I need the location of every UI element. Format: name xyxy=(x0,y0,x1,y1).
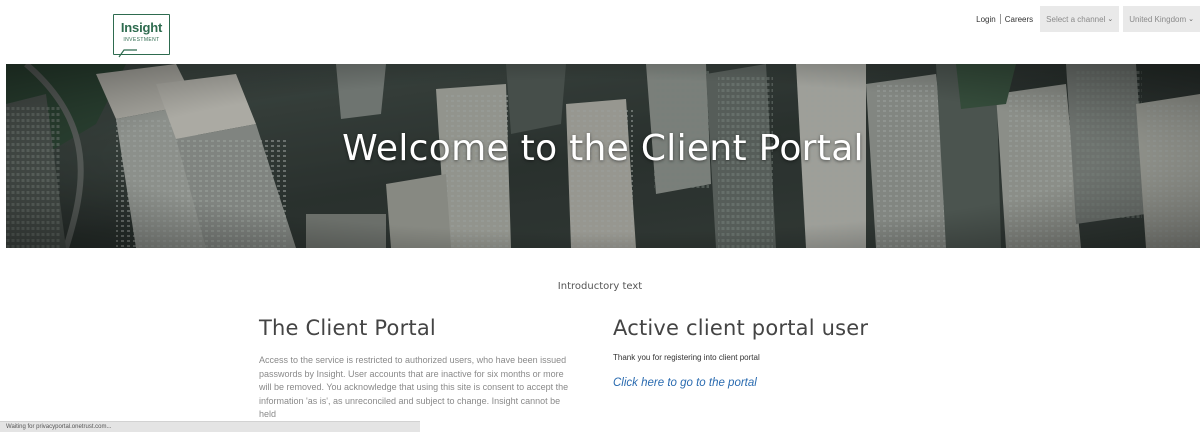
client-portal-description: Access to the service is restricted to a… xyxy=(259,355,569,419)
hero-banner: Welcome to the Client Portal xyxy=(6,64,1200,248)
logo-swoosh-icon xyxy=(118,49,137,58)
insight-logo[interactable]: Insight INVESTMENT xyxy=(113,14,170,58)
top-nav: Login Careers Select a channel ⌄ United … xyxy=(973,6,1200,32)
region-select[interactable]: United Kingdom ⌄ xyxy=(1123,6,1200,32)
client-portal-section: The Client Portal Access to the service … xyxy=(259,316,577,422)
active-user-section: Active client portal user Thank you for … xyxy=(613,316,993,390)
channel-select[interactable]: Select a channel ⌄ xyxy=(1040,6,1120,32)
hero-title: Welcome to the Client Portal xyxy=(342,128,864,169)
region-select-label: United Kingdom xyxy=(1129,14,1187,24)
logo-sub-text: INVESTMENT xyxy=(123,37,160,43)
introductory-text: Introductory text xyxy=(557,281,643,292)
active-user-heading: Active client portal user xyxy=(613,316,869,340)
go-to-portal-link[interactable]: Click here to go to the portal xyxy=(613,377,757,389)
logo-main-text: Insight xyxy=(120,20,163,35)
channel-select-label: Select a channel xyxy=(1046,14,1106,24)
registration-thanks-text: Thank you for registering into client po… xyxy=(613,353,760,362)
site-header: Insight INVESTMENT Login Careers Select … xyxy=(0,0,1200,64)
nav-separator xyxy=(999,14,1001,24)
careers-link[interactable]: Careers xyxy=(1002,15,1036,24)
browser-status-bar: Waiting for privacyportal.onetrust.com..… xyxy=(0,421,420,432)
chevron-down-icon: ⌄ xyxy=(1107,16,1114,23)
chevron-down-icon: ⌄ xyxy=(1188,16,1194,23)
login-link[interactable]: Login xyxy=(973,15,999,24)
client-portal-heading: The Client Portal xyxy=(259,316,436,340)
